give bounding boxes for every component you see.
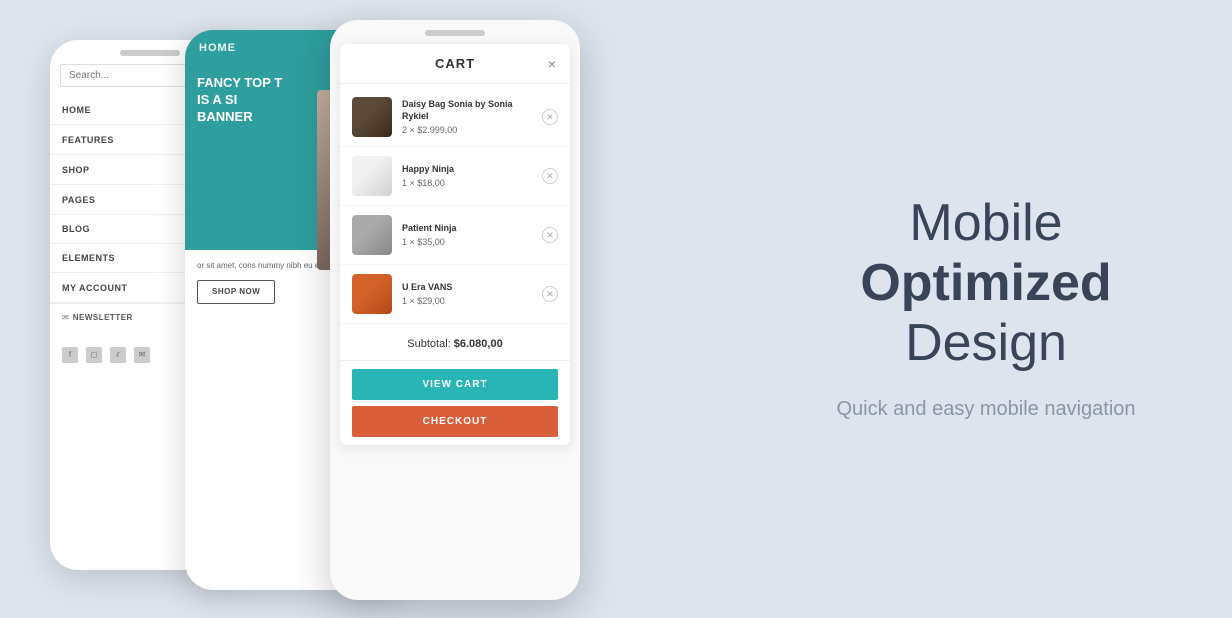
nav-label: MY ACCOUNT	[62, 283, 128, 293]
mail-icon: ✉	[62, 313, 69, 322]
facebook-icon[interactable]: f	[62, 347, 78, 363]
nav-label: ELEMENTS	[62, 253, 115, 263]
product-name: Daisy Bag Sonia by Sonia Rykiel	[402, 99, 532, 122]
cart-actions: VIEW CART CHECKOUT	[340, 361, 570, 445]
product-name: U Era VANS	[402, 282, 532, 294]
cart-item: Daisy Bag Sonia by Sonia Rykiel 2 × $2.9…	[340, 88, 570, 147]
product-price: 2 × $2.999,00	[402, 125, 532, 135]
hero-text-area: Mobile Optimized Design Quick and easy m…	[740, 154, 1232, 463]
cart-subtotal: Subtotal: $6.080,00	[340, 328, 570, 361]
remove-item-button[interactable]: ✕	[542, 227, 558, 243]
product-price: 1 × $29,00	[402, 296, 532, 306]
cart-title: CART	[435, 56, 475, 71]
hero-subtitle: Quick and easy mobile navigation	[836, 394, 1135, 424]
product-name: Happy Ninja	[402, 164, 532, 176]
cart-items-list: Daisy Bag Sonia by Sonia Rykiel 2 × $2.9…	[340, 84, 570, 328]
phones-area: 🔍 HOME ⌄ FEATURES ⌄ SHOP ⌄ PAGES	[0, 0, 740, 618]
cart-item: Happy Ninja 1 × $18,00 ✕	[340, 147, 570, 206]
subtotal-value: $6.080,00	[454, 338, 503, 350]
product-info: U Era VANS 1 × $29,00	[402, 282, 532, 306]
cart-item: Patient Ninja 1 × $35,00 ✕	[340, 206, 570, 265]
page-wrapper: 🔍 HOME ⌄ FEATURES ⌄ SHOP ⌄ PAGES	[0, 0, 1232, 618]
remove-item-button[interactable]: ✕	[542, 286, 558, 302]
email-icon[interactable]: ✉	[134, 347, 150, 363]
phone-notch	[425, 30, 485, 36]
nav-label: SHOP	[62, 165, 90, 175]
product-image	[352, 97, 392, 137]
nav-label: BLOG	[62, 224, 90, 234]
nav-label: PAGES	[62, 195, 95, 205]
nav-label: HOME	[62, 105, 91, 115]
phone-notch	[120, 50, 180, 56]
home-title: HOME	[199, 42, 236, 54]
product-info: Daisy Bag Sonia by Sonia Rykiel 2 × $2.9…	[402, 99, 532, 134]
close-icon[interactable]: ×	[548, 56, 556, 72]
product-info: Happy Ninja 1 × $18,00	[402, 164, 532, 188]
product-info: Patient Ninja 1 × $35,00	[402, 223, 532, 247]
twitter-icon[interactable]: 𝕣	[110, 347, 126, 363]
checkout-button[interactable]: CHECKOUT	[352, 406, 558, 437]
product-image	[352, 215, 392, 255]
cart-item: U Era VANS 1 × $29,00 ✕	[340, 265, 570, 324]
product-price: 1 × $35,00	[402, 237, 532, 247]
remove-item-button[interactable]: ✕	[542, 168, 558, 184]
hero-line2: Optimized	[860, 254, 1111, 314]
product-name: Patient Ninja	[402, 223, 532, 235]
product-image	[352, 274, 392, 314]
cart-modal: CART × Daisy Bag Sonia by Sonia Rykiel 2…	[340, 44, 570, 445]
product-image	[352, 156, 392, 196]
shop-now-button[interactable]: SHOP NOW	[197, 280, 275, 304]
subtotal-label: Subtotal:	[407, 338, 450, 350]
product-price: 1 × $18,00	[402, 178, 532, 188]
instagram-icon[interactable]: ◻	[86, 347, 102, 363]
newsletter-label: NEWSLETTER	[73, 313, 133, 322]
remove-item-button[interactable]: ✕	[542, 109, 558, 125]
hero-heading: Mobile Optimized Design	[860, 194, 1111, 373]
hero-line1: Mobile	[909, 194, 1062, 252]
nav-label: FEATURES	[62, 135, 114, 145]
view-cart-button[interactable]: VIEW CART	[352, 369, 558, 400]
phone-front: CART × Daisy Bag Sonia by Sonia Rykiel 2…	[330, 20, 580, 600]
hero-line3: Design	[905, 314, 1067, 372]
cart-header: CART ×	[340, 44, 570, 84]
